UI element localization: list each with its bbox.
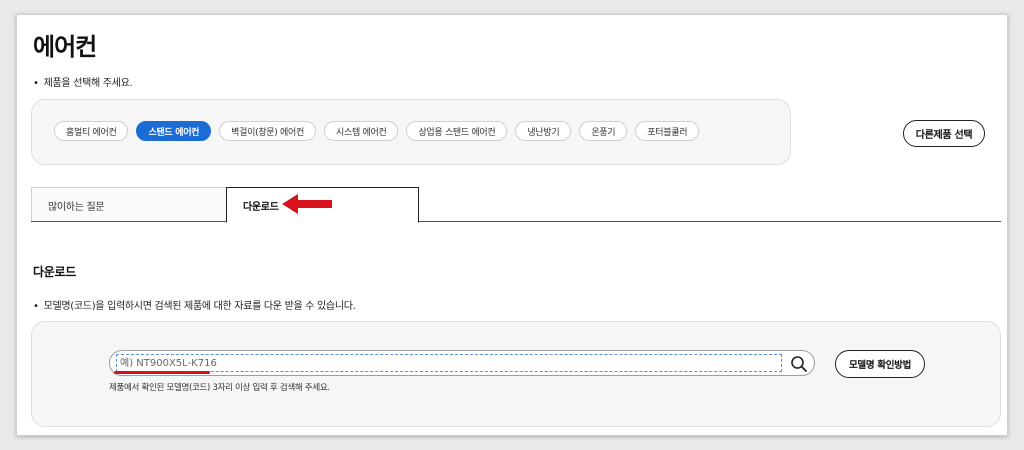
download-instruction: 모델명(코드)을 입력하시면 검색된 제품에 대한 자료를 다운 받을 수 있습… [33, 297, 356, 312]
search-icon[interactable] [790, 355, 808, 373]
model-check-button[interactable]: 모델명 확인방법 [835, 350, 925, 378]
chip-system-aircon[interactable]: 시스템 에어컨 [324, 121, 399, 141]
chip-heater[interactable]: 온풍기 [579, 121, 628, 141]
chip-commercial-stand[interactable]: 상업용 스탠드 에어컨 [406, 121, 508, 141]
model-search-input[interactable] [116, 354, 782, 372]
chip-stand-aircon[interactable]: 스탠드 에어컨 [136, 121, 212, 141]
download-section-title: 다운로드 [33, 265, 76, 279]
other-product-button[interactable]: 다른제품 선택 [903, 120, 985, 147]
product-selector-panel: 홈멀티 에어컨 스탠드 에어컨 벽걸이(창문) 에어컨 시스템 에어컨 상업용 … [31, 99, 791, 165]
page-title: 에어컨 [33, 33, 97, 61]
red-underline-annotation [114, 371, 210, 374]
search-box [109, 350, 815, 376]
chip-home-multi[interactable]: 홈멀티 에어컨 [54, 121, 129, 141]
product-chip-list: 홈멀티 에어컨 스탠드 에어컨 벽걸이(창문) 에어컨 시스템 에어컨 상업용 … [54, 121, 700, 141]
tab-faq[interactable]: 많이하는 질문 [31, 187, 227, 222]
page-frame: 에어컨 제품을 선택해 주세요. 홈멀티 에어컨 스탠드 에어컨 벽걸이(창문)… [16, 14, 1008, 436]
chip-heat-cool[interactable]: 냉난방기 [515, 121, 572, 141]
red-arrow-icon [282, 194, 332, 214]
chip-wall-mount[interactable]: 벽걸이(창문) 에어컨 [219, 121, 316, 141]
search-help-text: 제품에서 확인된 모델명(코드) 3자리 이상 입력 후 검색해 주세요. [109, 383, 330, 393]
product-instruction: 제품을 선택해 주세요. [33, 74, 133, 89]
chip-portable-cooler[interactable]: 포터블쿨러 [635, 121, 700, 141]
tabs-divider [31, 221, 1001, 222]
